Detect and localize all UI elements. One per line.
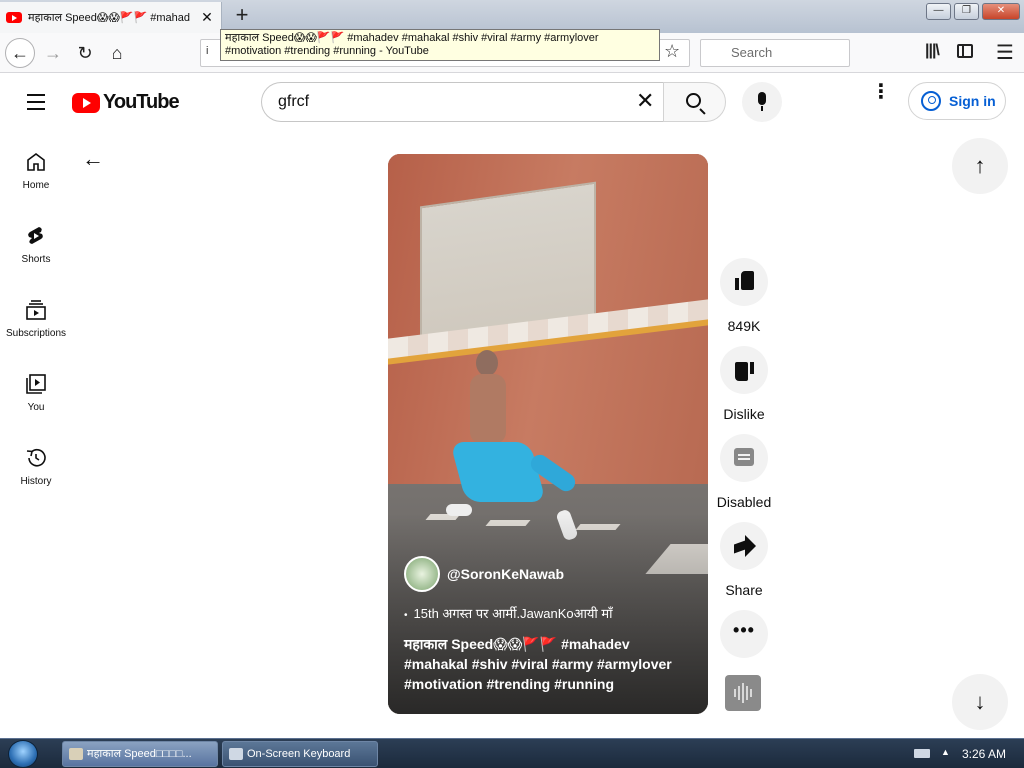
sidebar-toggle-icon[interactable] bbox=[957, 44, 973, 58]
windows-taskbar: महाकाल Speed□□□□... On-Screen Keyboard ▲… bbox=[0, 738, 1024, 768]
clear-search-icon[interactable]: ✕ bbox=[636, 90, 654, 112]
history-icon bbox=[26, 448, 46, 467]
more-actions[interactable]: ••• bbox=[716, 610, 772, 658]
sign-in-button[interactable]: Sign in bbox=[908, 82, 1006, 120]
guide-label-shorts: Shorts bbox=[21, 254, 51, 265]
browser-search-input[interactable]: Search bbox=[700, 39, 850, 67]
library-icon[interactable]: |||\ bbox=[925, 42, 940, 60]
minimize-button[interactable]: — bbox=[926, 3, 951, 20]
settings-more-icon[interactable]: ⋮ bbox=[871, 82, 891, 102]
guide-item-history[interactable]: History bbox=[0, 446, 72, 487]
site-info-icon[interactable]: i bbox=[206, 45, 208, 57]
back-arrow-icon[interactable]: ← bbox=[82, 146, 104, 172]
previous-short-button[interactable]: ↑ bbox=[952, 138, 1008, 194]
taskbar-keyboard-button[interactable]: On-Screen Keyboard bbox=[222, 741, 378, 767]
comment-icon[interactable] bbox=[720, 434, 768, 482]
you-icon bbox=[26, 374, 46, 394]
keyboard-task-icon bbox=[229, 748, 243, 760]
comments-label: Disabled bbox=[716, 494, 772, 510]
youtube-header: YouTube gfrcf ✕ ⋮ Sign in bbox=[0, 74, 1024, 130]
bookmark-star-icon[interactable]: ☆ bbox=[664, 41, 680, 62]
channel-avatar[interactable] bbox=[404, 556, 440, 592]
taskbar-browser-button[interactable]: महाकाल Speed□□□□... bbox=[62, 741, 218, 767]
share-action[interactable]: Share bbox=[716, 522, 772, 598]
share-icon[interactable] bbox=[720, 522, 768, 570]
sign-in-label: Sign in bbox=[949, 93, 996, 109]
dislike-action[interactable]: Dislike bbox=[716, 346, 772, 422]
guide-label-subscriptions: Subscriptions bbox=[5, 328, 67, 339]
share-label: Share bbox=[725, 582, 763, 598]
next-short-button[interactable]: ↓ bbox=[952, 674, 1008, 730]
tab-title: महाकाल Speed😱😱🚩🚩 #mahad bbox=[28, 12, 191, 24]
guide-label-history: History bbox=[20, 476, 52, 487]
start-button[interactable] bbox=[8, 740, 38, 768]
close-window-button[interactable]: ✕ bbox=[982, 3, 1020, 20]
browser-tab-active[interactable]: महाकाल Speed😱😱🚩🚩 #mahad ✕ bbox=[0, 2, 222, 33]
youtube-search-input[interactable]: gfrcf bbox=[261, 82, 663, 122]
subscriptions-icon bbox=[26, 300, 46, 320]
browser-home-button[interactable]: ⌂ bbox=[102, 38, 132, 68]
tooltip-line-2: #motivation #trending #running - YouTube bbox=[225, 45, 429, 57]
reload-button[interactable]: ↻ bbox=[70, 38, 100, 68]
account-icon bbox=[921, 91, 941, 111]
guide-item-you[interactable]: You bbox=[0, 372, 72, 413]
short-subtitle-text: 15th अगस्त पर आर्मी.JawanKoआयी माँ bbox=[413, 606, 613, 621]
guide-item-subscriptions[interactable]: Subscriptions bbox=[0, 298, 72, 339]
guide-menu-icon[interactable] bbox=[27, 94, 45, 115]
browser-forward-button[interactable]: → bbox=[38, 38, 68, 68]
guide-label-you: You bbox=[27, 402, 45, 413]
dislike-icon[interactable] bbox=[720, 346, 768, 394]
guide-label-home: Home bbox=[22, 180, 50, 191]
tray-keyboard-icon[interactable] bbox=[914, 749, 930, 758]
tray-expand-icon[interactable]: ▲ bbox=[941, 747, 950, 757]
maximize-button[interactable]: ❐ bbox=[954, 3, 979, 20]
short-video-player[interactable]: @SoronKeNawab • 15th अगस्त पर आर्मी.Jawan… bbox=[388, 154, 708, 714]
more-horizontal-icon[interactable]: ••• bbox=[720, 610, 768, 658]
bullet-glyph: • bbox=[404, 610, 408, 621]
tab-close-icon[interactable]: ✕ bbox=[199, 9, 215, 26]
new-tab-button[interactable]: + bbox=[230, 3, 254, 29]
channel-handle[interactable]: @SoronKeNawab bbox=[447, 566, 564, 582]
like-action[interactable]: 849K bbox=[716, 258, 772, 334]
dislike-label: Dislike bbox=[723, 406, 765, 422]
tooltip-line-1: महाकाल Speed😱😱🚩🚩 #mahadev #mahakal #shiv… bbox=[225, 32, 599, 44]
short-title[interactable]: महाकाल Speed😱😱🚩🚩 #mahadev #mahakal #shiv… bbox=[404, 634, 694, 694]
microphone-icon bbox=[758, 92, 766, 105]
comments-action[interactable]: Disabled bbox=[716, 434, 772, 510]
system-clock[interactable]: 3:26 AM bbox=[962, 747, 1006, 761]
like-icon[interactable] bbox=[720, 258, 768, 306]
youtube-play-logo-icon bbox=[72, 92, 100, 113]
taskbar-browser-label: महाकाल Speed□□□□... bbox=[87, 748, 192, 760]
search-button[interactable] bbox=[663, 82, 726, 122]
browser-task-icon bbox=[69, 748, 83, 760]
youtube-logo[interactable]: YouTube bbox=[72, 91, 180, 114]
home-icon bbox=[27, 153, 45, 171]
guide-item-home[interactable]: Home bbox=[0, 150, 72, 191]
browser-menu-icon[interactable]: ☰ bbox=[996, 40, 1014, 65]
youtube-wordmark: YouTube bbox=[103, 91, 180, 113]
like-count: 849K bbox=[727, 318, 761, 334]
voice-search-button[interactable] bbox=[742, 82, 782, 122]
guide-item-shorts[interactable]: Shorts bbox=[0, 224, 72, 265]
search-icon bbox=[686, 93, 701, 108]
shorts-icon bbox=[28, 227, 43, 244]
tab-tooltip: महाकाल Speed😱😱🚩🚩 #mahadev #mahakal #shiv… bbox=[220, 29, 660, 61]
soundwave-icon[interactable] bbox=[725, 675, 761, 711]
browser-back-button[interactable]: ← bbox=[5, 38, 35, 68]
taskbar-keyboard-label: On-Screen Keyboard bbox=[247, 748, 351, 760]
window-controls: — ❐ ✕ bbox=[926, 3, 1020, 20]
short-subtitle-line[interactable]: • 15th अगस्त पर आर्मी.JawanKoआयी माँ bbox=[404, 604, 613, 622]
channel-row[interactable]: @SoronKeNawab bbox=[404, 556, 564, 592]
youtube-favicon-icon bbox=[6, 12, 22, 23]
